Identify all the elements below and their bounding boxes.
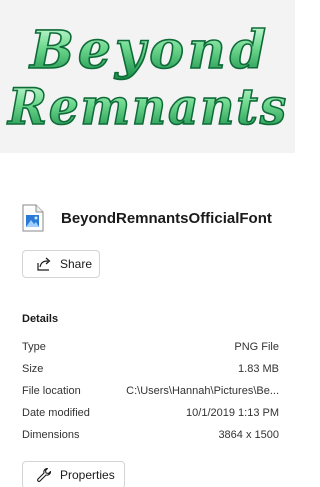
detail-value: 1.83 MB [238,363,279,375]
image-file-icon [22,204,44,232]
detail-label: Size [22,363,44,375]
detail-row-date: Date modified 10/1/2019 1:13 PM [22,402,279,424]
image-preview: Beyond Remnants [0,0,295,153]
file-name: BeyondRemnantsOfficialFont [61,209,272,227]
file-header: BeyondRemnantsOfficialFont [22,203,287,233]
detail-value: 3864 x 1500 [218,429,279,441]
file-location-link[interactable]: C:\Users\Hannah\Pictures\Be... [126,380,279,402]
properties-button[interactable]: Properties [22,461,125,487]
wrench-icon [37,467,52,482]
share-button[interactable]: Share [22,250,100,278]
detail-row-type: Type PNG File [22,336,279,358]
detail-row-size: Size 1.83 MB [22,358,279,380]
properties-button-label: Properties [60,468,115,482]
detail-value: PNG File [234,341,279,353]
share-icon [37,257,51,271]
details-title: Details [22,313,59,325]
share-button-label: Share [60,257,93,271]
preview-text-line1: Beyond [28,20,270,81]
detail-label: File location [22,385,81,397]
preview-image: Beyond Remnants [5,19,288,137]
preview-text-line2: Remnants [6,77,288,136]
details-list: Type PNG File Size 1.83 MB File location… [22,336,279,446]
detail-value: 10/1/2019 1:13 PM [186,407,279,419]
detail-label: Date modified [22,407,90,419]
detail-label: Dimensions [22,429,80,441]
details-pane: Beyond Remnants BeyondRemnantsOfficialFo… [0,0,295,487]
detail-row-location: File location C:\Users\Hannah\Pictures\B… [22,380,279,402]
detail-row-dimensions: Dimensions 3864 x 1500 [22,424,279,446]
detail-label: Type [22,341,46,353]
